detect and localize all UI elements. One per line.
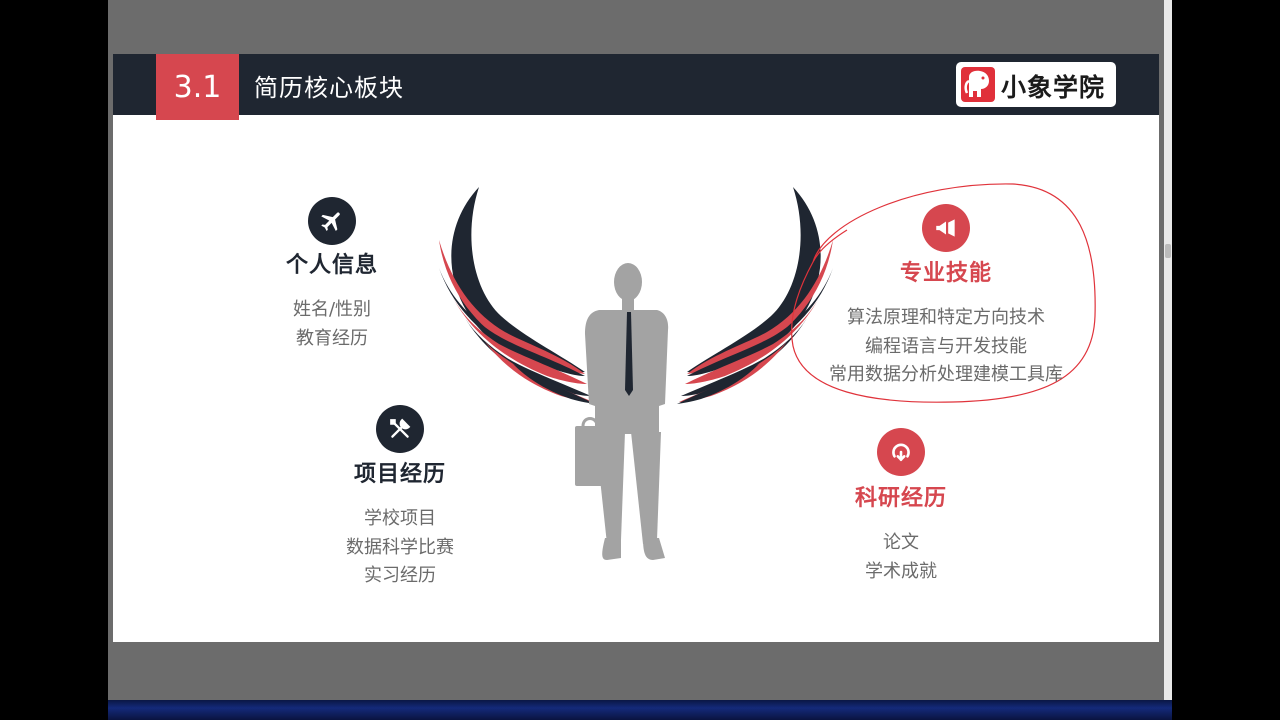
refresh-icon xyxy=(877,428,925,476)
elephant-logo-icon xyxy=(961,67,995,102)
vertical-scrollbar[interactable] xyxy=(1164,0,1172,700)
section-projects: 项目经历 学校项目 数据科学比赛 实习经历 xyxy=(300,456,500,591)
section-research: 科研经历 论文 学术成就 xyxy=(801,480,1001,586)
heading-projects: 项目经历 xyxy=(353,462,446,487)
skills-item: 常用数据分析处理建模工具库 xyxy=(829,364,1063,385)
projects-item: 数据科学比赛 xyxy=(346,536,454,558)
slide: 3.1 简历核心板块 小象学院 个人信息 姓名/性别 教育经历 项目经历 学校项… xyxy=(113,54,1159,642)
skills-item: 算法原理和特定方向技术 xyxy=(847,307,1045,328)
heading-research: 科研经历 xyxy=(854,486,947,511)
projects-item: 实习经历 xyxy=(364,565,436,586)
personal-item: 姓名/性别 xyxy=(292,299,372,320)
heading-skills: 专业技能 xyxy=(899,261,992,286)
section-skills: 专业技能 算法原理和特定方向技术 编程语言与开发技能 常用数据分析处理建模工具库 xyxy=(821,255,1071,390)
slide-header: 3.1 简历核心板块 小象学院 xyxy=(113,54,1159,120)
scrollbar-thumb[interactable] xyxy=(1165,244,1171,258)
brand-logo: 小象学院 xyxy=(956,62,1116,107)
personal-item: 教育经历 xyxy=(296,327,368,349)
logo-text: 小象学院 xyxy=(1001,73,1106,102)
megaphone-icon xyxy=(922,204,970,252)
taskbar-strip xyxy=(108,700,1172,720)
slide-title: 简历核心板块 xyxy=(254,74,404,102)
left-wing-illustration xyxy=(439,187,595,404)
right-wing-illustration xyxy=(677,187,833,404)
heading-personal: 个人信息 xyxy=(285,253,378,278)
skills-item: 编程语言与开发技能 xyxy=(865,335,1027,357)
tools-icon xyxy=(376,405,424,453)
section-number: 3.1 xyxy=(156,54,239,120)
airplane-icon xyxy=(308,197,356,245)
research-item: 论文 xyxy=(883,532,919,553)
projects-item: 学校项目 xyxy=(364,508,436,529)
section-personal: 个人信息 姓名/性别 教育经历 xyxy=(232,247,432,353)
businessman-illustration xyxy=(575,263,669,560)
research-item: 学术成就 xyxy=(865,560,937,582)
